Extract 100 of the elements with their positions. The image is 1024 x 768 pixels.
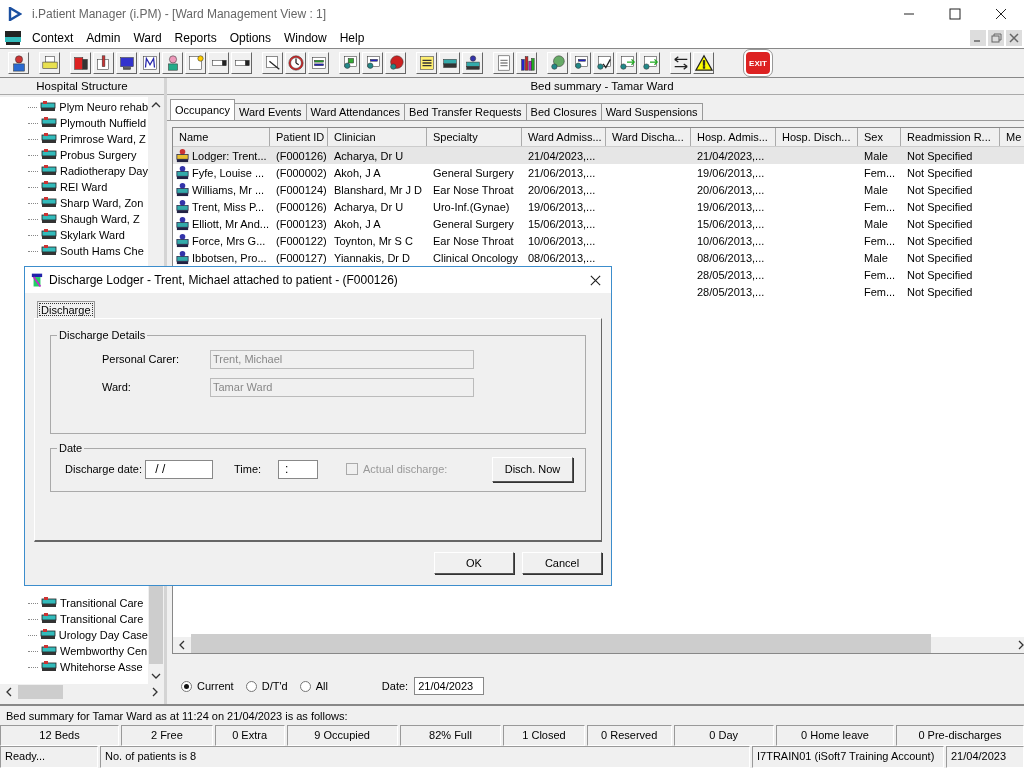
table-cell-text: 20/06/2013,... (527, 183, 596, 196)
date-field[interactable]: 21/04/2023 (414, 677, 485, 695)
toolbar-button[interactable] (116, 52, 137, 74)
table-cell-text: Fyfe, Louise ... (191, 166, 265, 179)
tab[interactable]: Discharge (37, 301, 95, 318)
table-cell-text: Not Specified (906, 285, 973, 298)
toolbar-button[interactable] (285, 52, 306, 74)
toolbar-button[interactable] (693, 52, 714, 74)
table-row[interactable]: Elliott, Mr And... (F000123) Akoh, J A General Surgery 15/06/2013,... 15/06/2013,... Male Not Specified (173, 215, 1024, 232)
summary-cell: 0 Reserved (586, 725, 672, 746)
menu-item[interactable]: Ward (129, 31, 171, 45)
table-cell-text: Not Specified (906, 200, 973, 213)
horizontal-scrollbar[interactable] (173, 637, 1024, 653)
discharge-now-button[interactable]: Disch. Now (492, 456, 573, 482)
toolbar-button[interactable] (416, 52, 437, 74)
toolbar-button[interactable] (670, 52, 691, 74)
summary-cell: 9 Occupied (286, 725, 398, 746)
table-row[interactable]: Ibbotsen, Pro... (F000127) Yiannakis, Dr D Clinical Oncology 08/06/2013,... 08/06/2013,... Male Not Specified (173, 249, 1024, 266)
toolbar-button[interactable] (593, 52, 614, 74)
column-header[interactable]: Readmission R... (901, 128, 1000, 146)
cancel-button[interactable]: Cancel (522, 552, 602, 574)
radio-button[interactable]: D/T'd (245, 680, 288, 692)
toolbar-button[interactable] (139, 52, 160, 74)
table-row[interactable]: Force, Mrs G... (F000122) Toynton, Mr S C Ear Nose Throat 10/06/2013,... 10/06/2013,... Fem... Not Specified (173, 232, 1024, 249)
tree-item[interactable]: Sharp Ward, Zon (60, 197, 144, 209)
column-header[interactable]: Name (173, 128, 270, 146)
scroll-thumb[interactable] (18, 685, 63, 699)
toolbar-button[interactable] (362, 52, 383, 74)
tree-item[interactable]: Urology Day Case (58, 629, 148, 641)
table-row[interactable]: Williams, Mr ... (F000124) Blanshard, Mr J D Ear Nose Throat 20/06/2013,... 20/06/2013,... Male Not Specified (173, 181, 1024, 198)
table-row[interactable]: Lodger: Trent... (F000126) Acharya, Dr U 21/04/2023,... 21/04/2023,... Male Not Specified (173, 147, 1024, 164)
column-header[interactable]: Patient ID (270, 128, 328, 146)
tree-item[interactable]: Transitional Care (60, 597, 144, 609)
radio-button[interactable]: Current (181, 680, 234, 692)
summary-cell: 0 Pre-discharges (896, 725, 1024, 746)
toolbar-button[interactable] (516, 52, 537, 74)
time-field[interactable]: : (278, 459, 318, 479)
column-header[interactable]: Hosp. Admis... (691, 128, 776, 146)
status-cell: 21/04/2023 (946, 746, 1024, 768)
tree-item[interactable]: REI Ward (60, 181, 108, 193)
scroll-thumb[interactable] (191, 634, 931, 653)
tab[interactable]: Occupancy (170, 99, 236, 120)
tab[interactable]: Ward Suspensions (600, 103, 703, 120)
toolbar-button[interactable] (8, 52, 29, 74)
column-header[interactable]: Ward Discha... (606, 128, 691, 146)
menu-item[interactable]: Options (225, 31, 280, 45)
restore-icon[interactable] (988, 30, 1004, 46)
tree-item[interactable]: South Hams Che (60, 245, 144, 257)
tree-item[interactable]: Whitehorse Asse (60, 661, 143, 673)
column-header[interactable]: Specialty (427, 128, 522, 146)
status-cell: I7TRAIN01 (iSoft7 Training Account) (752, 746, 944, 768)
table-cell-text: 08/06/2013,... (527, 251, 596, 264)
date-field[interactable]: / / (145, 459, 213, 479)
tree-item[interactable]: Plymouth Nuffield (60, 117, 146, 129)
window-title: i.Patient Manager (i.PM) - [Ward Management View : 1] (32, 7, 328, 21)
column-header[interactable]: Ward Admiss... (522, 128, 606, 146)
toolbar-button[interactable] (462, 52, 483, 74)
radio-button[interactable]: All (299, 680, 328, 692)
toolbar-button[interactable] (308, 52, 329, 74)
table-row[interactable]: Fyfe, Louise ... (F000002) Akoh, J A General Surgery 21/06/2013,... 19/06/2013,... Fem... Not Specified (173, 164, 1024, 181)
table-cell-text: General Surgery (432, 166, 514, 179)
column-header[interactable]: Sex (858, 128, 901, 146)
ok-button[interactable]: OK (434, 552, 514, 574)
exit-button[interactable]: EXIT (744, 50, 772, 76)
tab[interactable]: Bed Transfer Requests (404, 103, 527, 120)
field-label: Ward: (102, 381, 132, 393)
column-header[interactable]: Me (1000, 128, 1024, 146)
table-cell-text: Male (863, 217, 888, 230)
column-header[interactable]: Hosp. Disch... (776, 128, 858, 146)
tree-item[interactable]: Shaugh Ward, Z (60, 213, 140, 225)
table-cell-text: 21/04/2023,... (696, 149, 765, 162)
menu-item[interactable]: Context (28, 31, 83, 45)
menu-item[interactable]: Reports (170, 31, 226, 45)
minimize-icon[interactable] (970, 30, 986, 46)
form-arrow-icon (617, 54, 636, 72)
table-cell-text: Not Specified (906, 234, 973, 247)
summary-cell: 0 Extra (214, 725, 285, 746)
tree-item[interactable]: Radiotherapy Day (59, 165, 148, 177)
table-cell-text: (F000122) (275, 234, 327, 247)
tree-item[interactable]: Transitional Care (60, 613, 144, 625)
table-row[interactable]: Trent, Miss P... (F000126) Acharya, Dr U Uro-Inf.(Gynae) 19/06/2013,... 19/06/2013,... Fem... Not Specified (173, 198, 1024, 215)
table-cell-text: (F000127) (275, 251, 327, 264)
summary-cell: 12 Beds (0, 725, 120, 746)
status-cell: Ready... (0, 746, 98, 768)
menu-item[interactable]: Admin (82, 31, 130, 45)
tree-item[interactable]: Plym Neuro rehab (59, 101, 148, 113)
menu-item[interactable]: Window (280, 31, 336, 45)
tree-item[interactable]: Primrose Ward, Z (60, 133, 146, 145)
table-cell-text: Uro-Inf.(Gynae) (432, 200, 510, 213)
tree-item[interactable]: Wembworthy Cen (60, 645, 148, 657)
toolbar-button[interactable] (262, 52, 283, 74)
bed-icon[interactable] (4, 30, 22, 46)
close-icon[interactable] (589, 273, 602, 287)
tree-item[interactable]: Probus Surgery (60, 149, 137, 161)
tree-item[interactable]: Skylark Ward (60, 229, 125, 241)
toolbar-button[interactable] (439, 52, 460, 74)
bed-icon (39, 628, 56, 642)
column-header[interactable]: Clinician (328, 128, 427, 146)
menu-item[interactable]: Help (335, 31, 374, 45)
toolbar-button[interactable] (570, 52, 591, 74)
